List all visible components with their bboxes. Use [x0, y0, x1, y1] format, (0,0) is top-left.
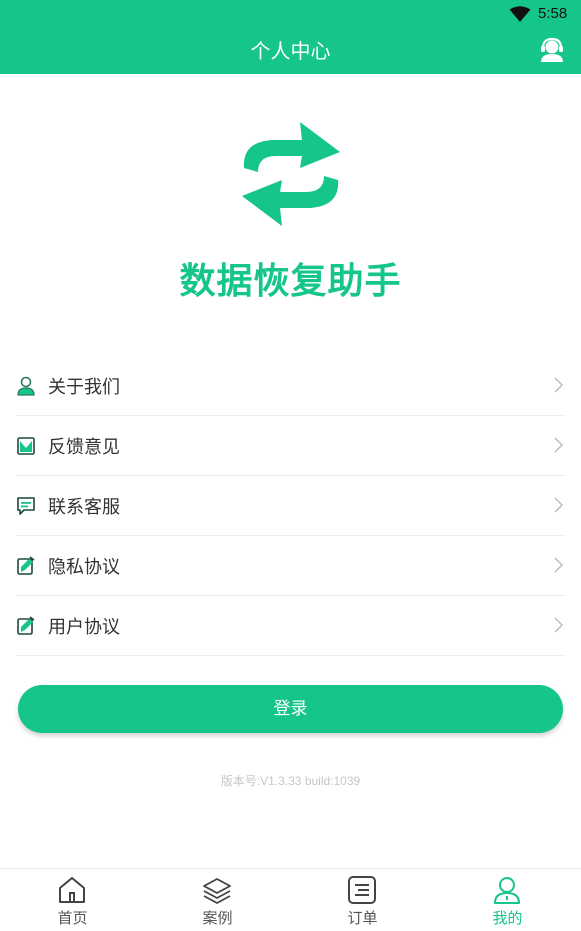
app-name: 数据恢复助手 [179, 261, 402, 302]
edit-document-icon [16, 556, 36, 576]
tab-cases[interactable]: 案例 [145, 869, 290, 931]
profile-icon [494, 877, 520, 904]
customer-service-icon[interactable] [540, 37, 564, 63]
login-button[interactable]: 登录 [18, 685, 563, 733]
menu-item-label: 用户协议 [48, 616, 120, 638]
tab-label: 我的 [492, 909, 523, 927]
menu-item-label: 隐私协议 [48, 556, 120, 578]
tab-orders[interactable]: 订单 [290, 869, 435, 931]
feedback-icon [16, 436, 36, 456]
chevron-right-icon [554, 617, 563, 633]
menu-item-privacy-policy[interactable]: 隐私协议 [16, 536, 565, 596]
chevron-right-icon [554, 377, 563, 393]
menu-item-user-agreement[interactable]: 用户协议 [16, 596, 565, 656]
app-header: 5:58 个人中心 [0, 0, 581, 74]
chat-icon [16, 496, 36, 516]
menu-item-label: 联系客服 [48, 496, 120, 518]
layers-icon [203, 878, 231, 904]
edit-document-icon [16, 616, 36, 636]
tab-profile[interactable]: 我的 [435, 869, 580, 931]
menu-item-feedback[interactable]: 反馈意见 [16, 416, 565, 476]
menu-item-contact-service[interactable]: 联系客服 [16, 476, 565, 536]
tab-label: 案例 [202, 909, 233, 927]
page-title: 个人中心 [250, 39, 331, 63]
bottom-tab-bar: 首页 案例 订单 我的 [0, 868, 581, 931]
chevron-right-icon [554, 557, 563, 573]
wifi-icon [509, 6, 531, 22]
status-time: 5:58 [538, 5, 568, 22]
home-icon [59, 877, 85, 903]
status-bar: 5:58 [0, 0, 581, 28]
settings-menu: 关于我们 反馈意见 联系客服 隐私协议 用户协议 [16, 356, 565, 656]
tab-home[interactable]: 首页 [0, 869, 145, 931]
menu-item-about[interactable]: 关于我们 [16, 356, 565, 416]
menu-item-label: 关于我们 [48, 376, 120, 398]
version-text: 版本号:V1.3.33 build:1039 [220, 774, 361, 788]
tab-label: 订单 [347, 909, 378, 927]
sync-arrows-icon [242, 122, 340, 226]
tab-label: 首页 [57, 909, 88, 927]
chevron-right-icon [554, 437, 563, 453]
chevron-right-icon [554, 497, 563, 513]
list-icon [348, 876, 376, 904]
user-icon [16, 376, 36, 396]
menu-item-label: 反馈意见 [48, 436, 120, 458]
